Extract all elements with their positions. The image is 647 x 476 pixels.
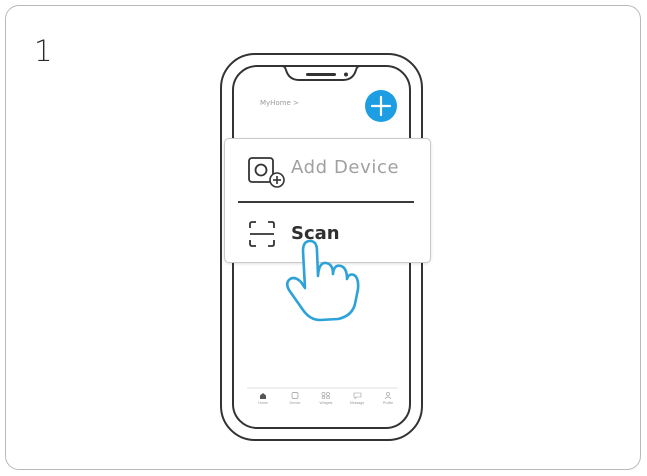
pointing-hand-icon <box>285 239 360 322</box>
